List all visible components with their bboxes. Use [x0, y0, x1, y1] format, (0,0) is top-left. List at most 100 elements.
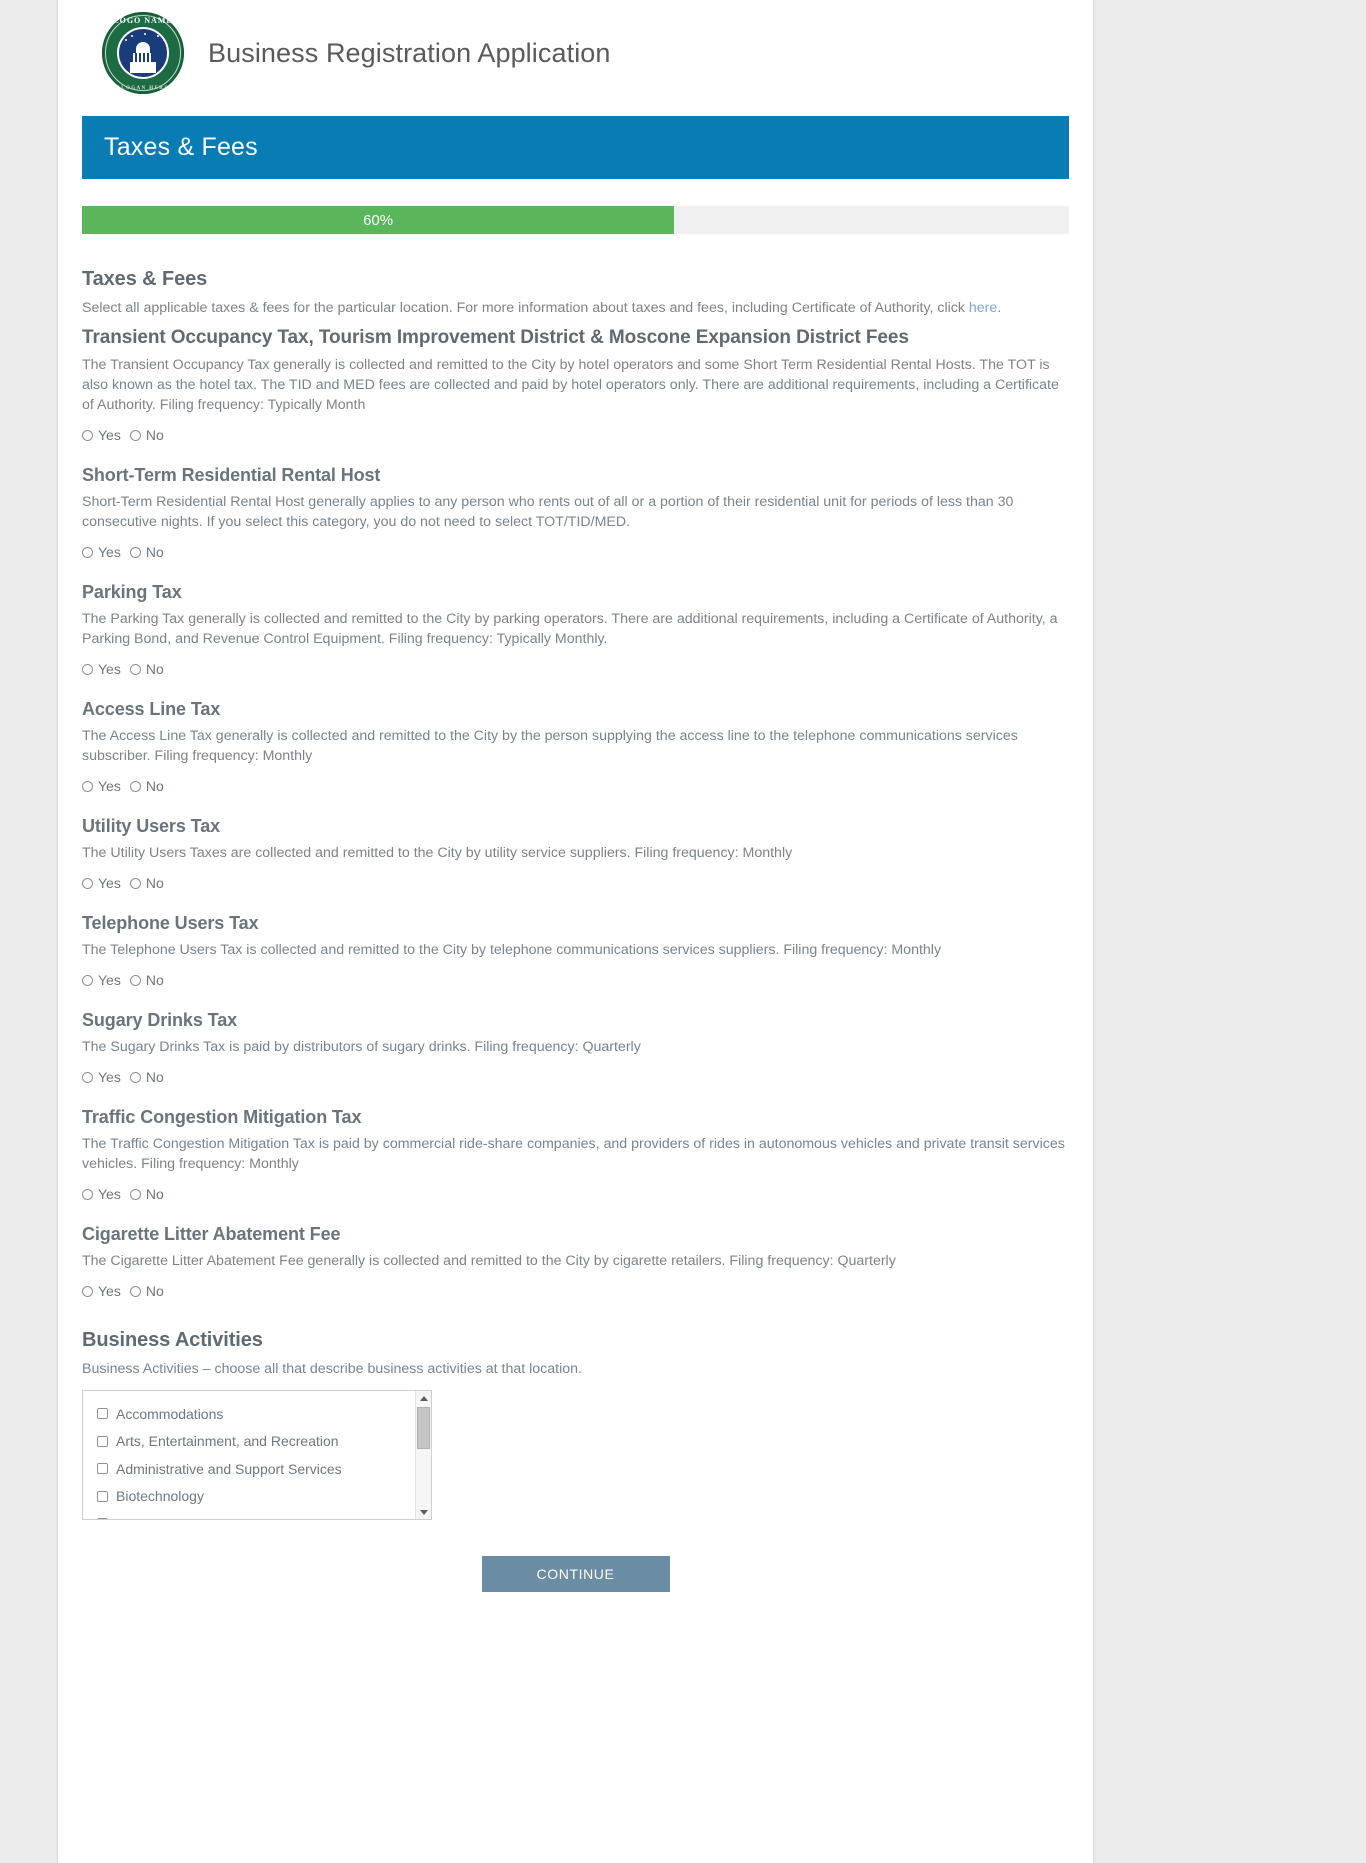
list-item-label: Arts, Entertainment, and Recreation: [116, 1433, 339, 1450]
radio-label-yes: Yes: [98, 661, 121, 677]
business-activities-listbox[interactable]: Accommodations Arts, Entertainment, and R…: [82, 1390, 432, 1520]
form-content: Taxes & Fees Select all applicable taxes…: [82, 234, 1069, 1632]
radio-button-yes[interactable]: [82, 663, 93, 675]
radio-option-no[interactable]: No: [129, 1186, 164, 1202]
radio-button-yes[interactable]: [82, 877, 93, 889]
tax-section-description: The Traffic Congestion Mitigation Tax is…: [82, 1136, 1065, 1172]
radio-button-yes[interactable]: [82, 1071, 93, 1083]
scrollbar-thumb[interactable]: [417, 1407, 430, 1449]
radio-option-no[interactable]: No: [129, 544, 164, 560]
radio-label-no: No: [145, 1069, 164, 1085]
tax-section-radio-group: Yes No: [82, 427, 1069, 443]
radio-button-no[interactable]: [129, 663, 141, 675]
radio-button-yes[interactable]: [82, 974, 93, 986]
app-header: LOGO NAME SLOGAN HERE Business Registrat…: [82, 0, 1069, 116]
radio-option-yes[interactable]: Yes: [82, 875, 121, 891]
radio-button-yes[interactable]: [82, 780, 93, 792]
radio-label-yes: Yes: [98, 1069, 121, 1085]
tax-section: Parking Tax The Parking Tax generally is …: [82, 582, 1069, 677]
radio-label-no: No: [145, 1283, 164, 1299]
tax-section-title: Sugary Drinks Tax: [82, 1010, 238, 1030]
scroll-down-arrow-icon[interactable]: [416, 1505, 431, 1519]
list-item[interactable]: Administrative and Support Services: [97, 1455, 415, 1483]
tax-section: Transient Occupancy Tax, Tourism Improve…: [82, 327, 1069, 443]
application-card: LOGO NAME SLOGAN HERE Business Registrat…: [57, 0, 1094, 1863]
radio-option-no[interactable]: No: [129, 1283, 164, 1299]
tax-section-description: The Transient Occupancy Tax generally is…: [82, 357, 1059, 413]
listbox-scrollbar[interactable]: [415, 1391, 431, 1519]
radio-option-yes[interactable]: Yes: [82, 661, 121, 677]
tax-section-radio-group: Yes No: [82, 875, 1069, 891]
tax-section-title: Short-Term Residential Rental Host: [82, 465, 381, 485]
progress-percent-label: 60%: [363, 211, 394, 229]
list-item[interactable]: Arts, Entertainment, and Recreation: [97, 1428, 415, 1456]
radio-button-no[interactable]: [129, 780, 141, 792]
radio-label-yes: Yes: [98, 778, 121, 794]
list-item-label: Certain Services: [116, 1516, 219, 1519]
checkbox-icon[interactable]: [97, 1408, 108, 1420]
business-activities-heading: Business Activities: [82, 1329, 263, 1351]
tax-section-radio-group: Yes No: [82, 972, 1069, 988]
radio-label-no: No: [145, 1186, 164, 1202]
radio-option-yes[interactable]: Yes: [82, 1283, 121, 1299]
checkbox-icon[interactable]: [97, 1463, 108, 1475]
radio-option-yes[interactable]: Yes: [82, 778, 121, 794]
certificate-of-authority-link[interactable]: here: [969, 300, 997, 316]
list-item[interactable]: Certain Services: [97, 1510, 415, 1519]
tax-section-radio-group: Yes No: [82, 1186, 1069, 1202]
radio-option-yes[interactable]: Yes: [82, 1069, 121, 1085]
checkbox-icon[interactable]: [97, 1490, 108, 1502]
radio-button-no[interactable]: [129, 1071, 141, 1083]
radio-option-no[interactable]: No: [129, 1069, 164, 1085]
tax-section-description: The Cigarette Litter Abatement Fee gener…: [82, 1253, 896, 1269]
radio-button-no[interactable]: [129, 877, 141, 889]
radio-button-no[interactable]: [129, 1285, 141, 1297]
radio-button-no[interactable]: [129, 974, 141, 986]
continue-button[interactable]: CONTINUE: [481, 1556, 670, 1592]
tax-section: Traffic Congestion Mitigation Tax The Tra…: [82, 1107, 1069, 1202]
radio-option-no[interactable]: No: [129, 778, 164, 794]
tax-section: Sugary Drinks Tax The Sugary Drinks Tax i…: [82, 1010, 1069, 1085]
progress-bar: 60%: [82, 206, 1069, 234]
footer-actions: CONTINUE: [82, 1556, 1069, 1592]
checkbox-icon[interactable]: [97, 1435, 108, 1447]
radio-button-yes[interactable]: [82, 429, 93, 441]
tax-section-description: Short-Term Residential Rental Host gener…: [82, 494, 1014, 530]
radio-option-no[interactable]: No: [129, 661, 164, 677]
radio-button-yes[interactable]: [82, 546, 93, 558]
radio-label-yes: Yes: [98, 1186, 121, 1202]
tax-section-title: Parking Tax: [82, 582, 182, 602]
radio-button-no[interactable]: [129, 546, 141, 558]
logo-top-text: LOGO NAME: [113, 16, 173, 25]
tax-section-radio-group: Yes No: [82, 1069, 1069, 1085]
tax-section-radio-group: Yes No: [82, 661, 1069, 677]
radio-button-no[interactable]: [129, 1188, 141, 1200]
taxes-fees-heading: Taxes & Fees: [82, 268, 208, 290]
list-item-label: Administrative and Support Services: [116, 1460, 342, 1477]
list-item[interactable]: Accommodations: [97, 1400, 415, 1428]
radio-button-yes[interactable]: [82, 1188, 93, 1200]
list-item[interactable]: Biotechnology: [97, 1483, 415, 1511]
radio-button-yes[interactable]: [82, 1285, 93, 1297]
radio-option-yes[interactable]: Yes: [82, 1186, 121, 1202]
agency-seal-logo-icon: LOGO NAME SLOGAN HERE: [102, 12, 184, 94]
list-item-label: Biotechnology: [116, 1488, 204, 1505]
radio-option-no[interactable]: No: [129, 427, 164, 443]
radio-option-yes[interactable]: Yes: [82, 544, 121, 560]
radio-option-yes[interactable]: Yes: [82, 972, 121, 988]
radio-label-no: No: [145, 661, 164, 677]
tax-section: Utility Users Tax The Utility Users Taxes…: [82, 816, 1069, 891]
intro-text-after-link: .: [997, 300, 1002, 316]
radio-label-no: No: [145, 972, 164, 988]
radio-label-yes: Yes: [98, 1283, 121, 1299]
tax-section-description: The Parking Tax generally is collected a…: [82, 611, 1058, 647]
section-banner: Taxes & Fees: [82, 116, 1069, 179]
tax-section-description: The Access Line Tax generally is collect…: [82, 728, 1018, 764]
radio-option-no[interactable]: No: [129, 972, 164, 988]
radio-option-yes[interactable]: Yes: [82, 427, 121, 443]
radio-option-no[interactable]: No: [129, 875, 164, 891]
checkbox-icon[interactable]: [97, 1518, 108, 1519]
radio-button-no[interactable]: [129, 429, 141, 441]
scroll-up-arrow-icon[interactable]: [416, 1391, 431, 1405]
radio-label-no: No: [145, 544, 164, 560]
